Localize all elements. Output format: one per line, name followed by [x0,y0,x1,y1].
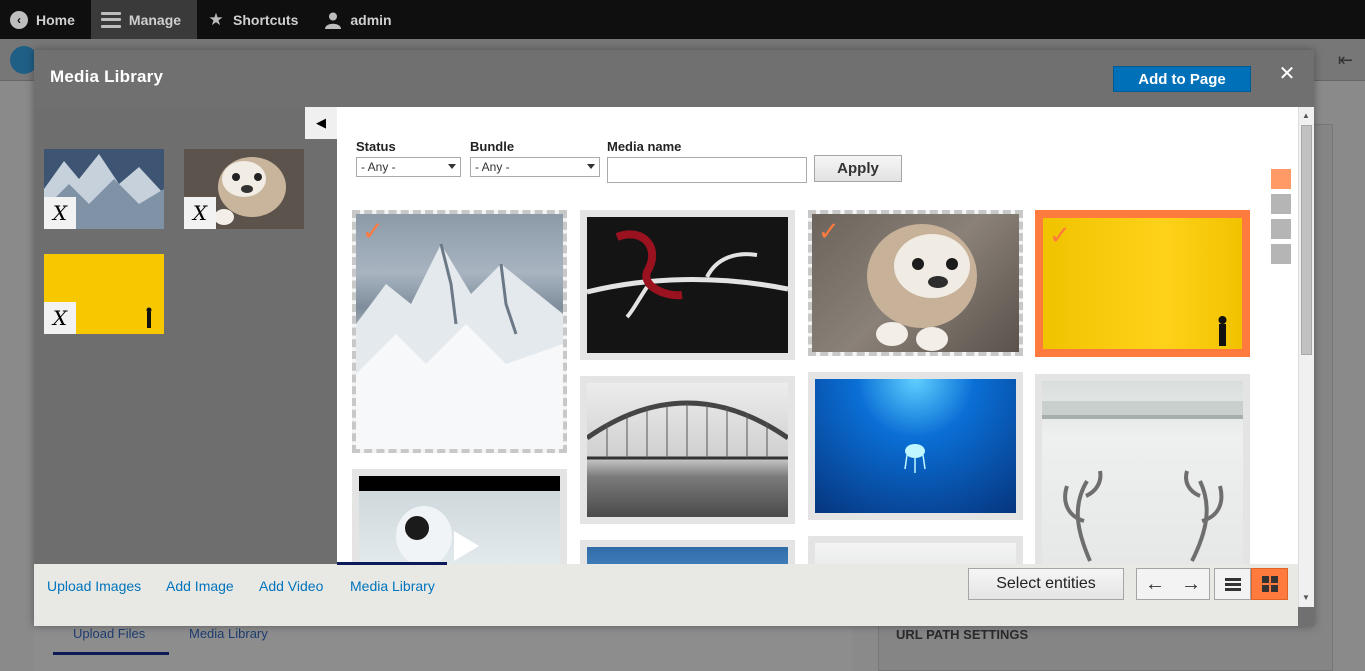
media-card-bulldog[interactable]: ✓ [808,210,1023,356]
chevron-down-icon [448,164,456,169]
grid-icon [1261,576,1278,592]
status-filter-select[interactable]: - Any - [356,157,461,177]
close-icon[interactable]: ✕ [1278,64,1296,84]
collapse-sidebar-icon: ⇤ [1337,50,1353,70]
media-image [359,476,560,564]
toolbar-home[interactable]: ‹ Home [0,0,91,39]
list-icon [1224,577,1241,591]
toolbar-manage[interactable]: Manage [90,0,198,39]
toolbar-user[interactable]: admin [314,0,407,39]
scroll-up-icon[interactable]: ▲ [1302,111,1310,120]
media-browser: Status - Any - Bundle - Any - Media name… [337,107,1298,564]
chevron-down-icon [587,164,595,169]
media-image [356,214,563,449]
add-image-link[interactable]: Add Image [166,578,234,594]
scroll-thumb[interactable] [1301,125,1312,355]
url-path-settings-heading: URL PATH SETTINGS [896,627,1029,642]
admin-toolbar: ‹ Home Manage ★ Shortcuts admin [0,0,1365,39]
media-card-yellow-wall[interactable]: ✓ [1035,210,1250,357]
selected-item-yellow-wall: X [44,254,164,334]
toolbar-shortcuts[interactable]: ★ Shortcuts [197,0,314,39]
add-to-page-button[interactable]: Add to Page [1113,66,1251,92]
back-arrow-icon: ‹ [10,10,28,29]
selected-item-bulldog: X [184,149,304,229]
next-arrow-icon[interactable]: → [1173,569,1209,599]
bundle-filter-select[interactable]: - Any - [470,157,600,177]
media-card-red-ribbon-antler[interactable] [580,210,795,360]
media-name-input[interactable] [607,157,807,183]
checkmark-icon: ✓ [818,216,840,246]
selected-item-mountain: X [44,149,164,229]
media-image [812,214,1019,352]
star-icon: ★ [208,9,224,29]
remove-selected-button[interactable]: X [184,197,216,229]
media-image [1042,381,1243,564]
remove-selected-button[interactable]: X [44,197,76,229]
upload-images-link[interactable]: Upload Images [47,578,141,594]
media-card-robot-video[interactable] [352,469,567,564]
status-filter-value: - Any - [361,160,396,174]
remove-selected-button[interactable]: X [44,302,76,334]
dialog-bottom-bar: Upload Images Add Image Add Video Media … [34,562,1298,626]
media-image [815,379,1016,513]
media-image [587,547,788,564]
media-library-dialog: Media Library Add to Page ✕ X X X ◀ Stat… [34,50,1314,626]
media-card-sky[interactable] [580,540,795,564]
background-content [34,620,852,671]
media-card-bridge[interactable] [580,376,795,524]
user-icon [324,11,342,29]
media-library-link[interactable]: Media Library [350,578,435,594]
page-dot-4[interactable] [1271,244,1291,264]
dialog-title: Media Library [50,67,164,86]
media-card-mountain[interactable]: ✓ [352,210,567,453]
page-dot-2[interactable] [1271,194,1291,214]
menu-icon [100,11,121,28]
vertical-scrollbar[interactable]: ▲ ▼ [1298,107,1314,607]
pager-nav: ← → [1136,568,1210,600]
media-image [587,217,788,353]
collapse-selection-button[interactable]: ◀ [305,107,337,139]
media-card-jellyfish[interactable] [808,372,1023,520]
scroll-down-icon[interactable]: ▼ [1302,593,1310,602]
media-card-white-antlers[interactable] [1035,374,1250,564]
selected-media-pane: X X X [34,107,337,564]
status-filter-label: Status [356,139,396,154]
bundle-filter-value: - Any - [475,160,510,174]
bg-tab-media-library: Media Library [189,626,268,641]
media-card-snowy[interactable] [808,536,1023,564]
add-video-link[interactable]: Add Video [259,578,323,594]
bundle-filter-label: Bundle [470,139,515,154]
bg-tab-upload-files: Upload Files [73,626,146,641]
play-icon [454,531,479,561]
toolbar-manage-label: Manage [128,11,182,28]
checkmark-icon: ✓ [1049,220,1071,250]
toolbar-user-label: admin [350,11,392,28]
media-image [815,543,1016,564]
select-entities-button[interactable]: Select entities [968,568,1124,600]
grid-view-button[interactable] [1251,568,1288,600]
bg-tab-active-indicator [53,652,169,655]
media-image [587,383,788,517]
toolbar-shortcuts-label: Shortcuts [233,11,299,28]
checkmark-icon: ✓ [362,216,384,246]
toolbar-home-label: Home [36,11,75,28]
list-view-button[interactable] [1214,568,1251,600]
page-dot-1[interactable] [1271,169,1291,189]
media-image [1043,218,1242,349]
prev-arrow-icon[interactable]: ← [1137,569,1173,599]
apply-button[interactable]: Apply [814,155,902,182]
page-dot-3[interactable] [1271,219,1291,239]
media-name-label: Media name [607,139,682,154]
active-link-indicator [337,562,447,565]
